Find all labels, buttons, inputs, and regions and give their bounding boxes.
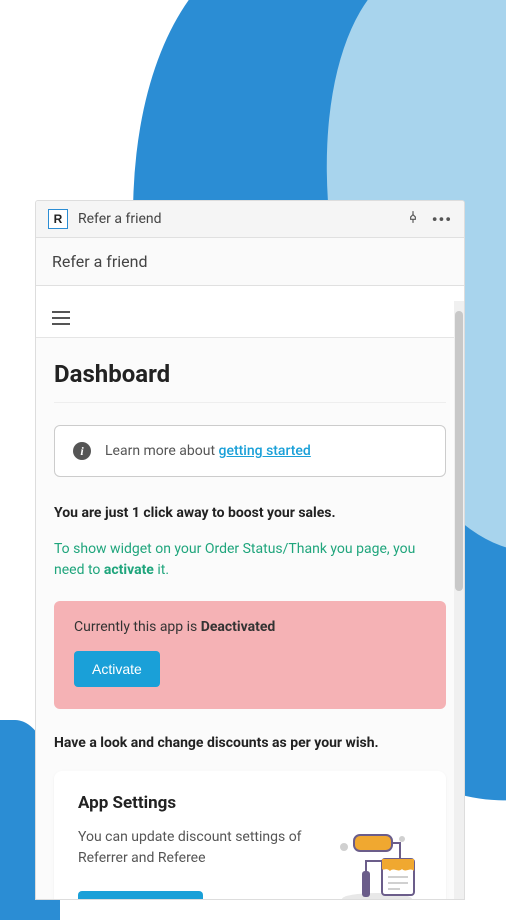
scrollbar-thumb[interactable]	[455, 311, 463, 591]
app-window: R Refer a friend ••• Refer a friend Dash…	[35, 200, 465, 900]
more-icon[interactable]: •••	[432, 210, 452, 229]
pin-icon[interactable]	[406, 210, 420, 228]
header-bar: Refer a friend	[36, 238, 464, 286]
menu-bar	[36, 286, 464, 338]
page-title: Dashboard	[54, 360, 446, 388]
go-to-settings-button[interactable]: Go to Settings	[78, 891, 203, 900]
content-area: Dashboard i Learn more about getting sta…	[36, 338, 464, 900]
status-state: Deactivated	[201, 619, 276, 635]
info-text: Learn more about getting started	[105, 443, 311, 459]
status-text: Currently this app is Deactivated	[74, 619, 426, 635]
activate-button[interactable]: Activate	[74, 651, 160, 687]
hamburger-icon[interactable]	[52, 311, 70, 325]
instruction-strong: activate	[104, 562, 154, 578]
header-title: Refer a friend	[52, 252, 147, 271]
getting-started-link[interactable]: getting started	[219, 443, 311, 459]
instruction-text: To show widget on your Order Status/Than…	[54, 539, 446, 581]
status-prefix: Currently this app is	[74, 619, 201, 635]
info-prefix: Learn more about	[105, 443, 219, 459]
status-box: Currently this app is Deactivated Activa…	[54, 601, 446, 709]
subheadline: Have a look and change discounts as per …	[54, 735, 446, 751]
app-logo-icon: R	[48, 209, 68, 229]
divider	[54, 402, 446, 403]
info-banner: i Learn more about getting started	[54, 425, 446, 477]
card-description: You can update discount settings of Refe…	[78, 827, 316, 869]
headline: You are just 1 click away to boost your …	[54, 505, 446, 521]
card-title: App Settings	[78, 793, 422, 813]
app-settings-card: App Settings You can update discount set…	[54, 771, 446, 900]
titlebar: R Refer a friend •••	[36, 201, 464, 238]
paint-roller-icon	[332, 827, 422, 900]
instruction-suffix: it.	[154, 562, 169, 578]
info-icon: i	[73, 442, 91, 460]
titlebar-title: Refer a friend	[78, 211, 162, 227]
